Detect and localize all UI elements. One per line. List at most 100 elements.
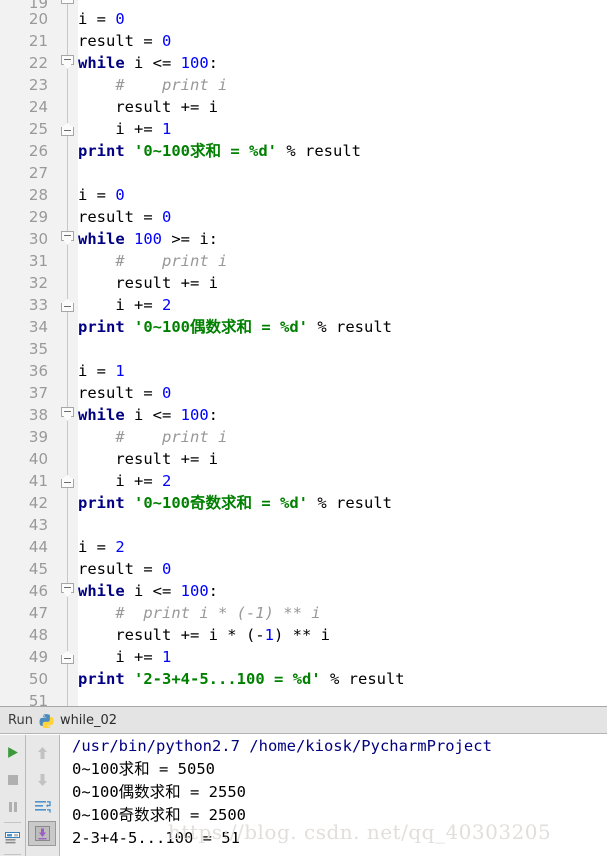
code-line[interactable]: while i <= 100: <box>78 404 218 426</box>
code-line[interactable]: print '0~100偶数求和 = %d' % result <box>78 316 392 338</box>
code-line[interactable]: while i <= 100: <box>78 52 218 74</box>
code-token-str: '2-3+4-5...100 = %d' <box>134 670 321 688</box>
fold-collapse-marker[interactable] <box>61 55 74 70</box>
code-line[interactable]: # print i * (-1) ** i <box>78 602 320 624</box>
fold-collapse-marker[interactable] <box>61 231 74 246</box>
code-line[interactable]: result = 0 <box>78 382 171 404</box>
code-line[interactable]: result = 0 <box>78 30 171 52</box>
code-token-pl: i = <box>78 186 116 204</box>
code-token-num: 0 <box>162 384 172 402</box>
code-token-num: 0 <box>115 10 125 28</box>
code-token-kw: while <box>78 54 125 72</box>
code-token-pl: result += i <box>78 450 218 468</box>
run-tool-window: Run while_02 /usr/bin/python2.7 /home/ki… <box>0 706 607 856</box>
code-line[interactable]: result += i * (-1) ** i <box>78 624 330 646</box>
code-line[interactable]: print '0~100求和 = %d' % result <box>78 140 361 162</box>
code-line[interactable]: i += 1 <box>78 118 171 140</box>
code-folding-gutter[interactable] <box>58 0 78 707</box>
code-line[interactable]: i = 0 <box>78 8 125 30</box>
code-token-pl: : <box>208 406 219 424</box>
code-line[interactable]: i += 2 <box>78 470 171 492</box>
code-token-num: 2 <box>115 538 125 556</box>
pause-icon <box>8 801 17 812</box>
rerun-button[interactable] <box>0 739 25 766</box>
line-number: 27 <box>28 164 48 182</box>
code-token-num: 0 <box>162 208 172 226</box>
code-token-pl: result += i * (- <box>78 626 265 644</box>
fold-end-marker[interactable] <box>61 475 74 488</box>
code-token-pl: % result <box>277 142 361 160</box>
code-line[interactable]: i += 2 <box>78 294 171 316</box>
code-token-cmt: # print i <box>78 252 228 270</box>
code-token-pl: i <= <box>124 54 181 72</box>
fold-collapse-marker[interactable] <box>61 583 74 598</box>
show-console-button[interactable] <box>0 825 25 852</box>
code-line[interactable]: result += i <box>78 96 218 118</box>
console-output[interactable]: /usr/bin/python2.7 /home/kiosk/PycharmPr… <box>60 735 607 856</box>
code-line[interactable]: result += i <box>78 448 218 470</box>
code-token-pl: i += <box>78 472 162 490</box>
code-token-num: 1 <box>264 626 274 644</box>
code-token-pl: result = <box>78 384 162 402</box>
fold-collapse-marker[interactable] <box>61 407 74 422</box>
code-line[interactable]: result = 0 <box>78 558 171 580</box>
code-token-num: 100 <box>180 54 209 72</box>
code-editor[interactable]: 19 20i = 021result = 022while i <= 100:2… <box>0 0 607 707</box>
code-token-pl: : <box>208 582 219 600</box>
code-token-num: 0 <box>162 560 172 578</box>
code-line[interactable]: # print i <box>78 426 227 448</box>
code-line[interactable]: i = 1 <box>78 360 125 382</box>
code-token-str: '0~100偶数求和 = %d' <box>134 318 308 336</box>
run-panel-body: /usr/bin/python2.7 /home/kiosk/PycharmPr… <box>0 735 607 856</box>
code-line[interactable]: result = 0 <box>78 206 171 228</box>
line-number: 37 <box>28 384 48 402</box>
code-line[interactable]: i = 0 <box>78 184 125 206</box>
code-token-pl: : <box>208 54 219 72</box>
code-line[interactable]: result += i <box>78 272 218 294</box>
code-token-pl: i = <box>78 362 116 380</box>
line-number: 26 <box>28 142 48 160</box>
fold-end-marker[interactable] <box>61 651 74 664</box>
python-icon <box>39 713 54 729</box>
pause-button[interactable] <box>0 793 25 820</box>
code-token-kw: print <box>78 670 125 688</box>
run-toolbar-primary <box>0 735 26 856</box>
code-line[interactable]: while i <= 100: <box>78 580 218 602</box>
code-line[interactable]: i += 1 <box>78 646 171 668</box>
code-token-pl: i <= <box>124 582 181 600</box>
console-output-line: 2-3+4-5...100 = 51 <box>72 829 240 848</box>
soft-wrap-icon <box>34 800 51 813</box>
partial-line-19: 19 <box>0 0 607 8</box>
code-line[interactable]: # print i <box>78 250 227 272</box>
code-line[interactable]: i = 2 <box>78 536 125 558</box>
code-line[interactable]: while 100 >= i: <box>78 228 218 250</box>
console-icon <box>5 832 20 844</box>
code-token-kw: print <box>78 494 125 512</box>
down-stacktrace-button[interactable] <box>26 766 59 793</box>
fold-end-marker[interactable] <box>61 0 74 4</box>
line-number: 34 <box>28 318 48 336</box>
arrow-down-icon <box>38 773 47 786</box>
line-number: 38 <box>28 406 48 424</box>
code-line[interactable]: print '0~100奇数求和 = %d' % result <box>78 492 392 514</box>
code-token-num: 100 <box>180 582 209 600</box>
console-lines-container: /usr/bin/python2.7 /home/kiosk/PycharmPr… <box>72 735 607 850</box>
run-tab-label: Run <box>8 712 33 728</box>
code-token-pl: i <= <box>124 406 181 424</box>
soft-wrap-button[interactable] <box>26 793 59 820</box>
toolbar-separator <box>4 822 21 824</box>
code-token-pl: >= i: <box>162 230 219 248</box>
scroll-to-end-button[interactable] <box>26 820 59 847</box>
code-token-str: '0~100奇数求和 = %d' <box>134 494 308 512</box>
code-line[interactable]: # print i <box>78 74 227 96</box>
up-stacktrace-button[interactable] <box>26 739 59 766</box>
gutter-divider <box>67 0 68 707</box>
code-token-pl: result = <box>78 560 162 578</box>
code-line[interactable]: print '2-3+4-5...100 = %d' % result <box>78 668 405 690</box>
run-tab-bar[interactable]: Run while_02 <box>0 707 607 735</box>
stop-button[interactable] <box>0 766 25 793</box>
fold-end-marker[interactable] <box>61 299 74 312</box>
fold-end-marker[interactable] <box>61 123 74 136</box>
code-token-pl: i += <box>78 120 162 138</box>
